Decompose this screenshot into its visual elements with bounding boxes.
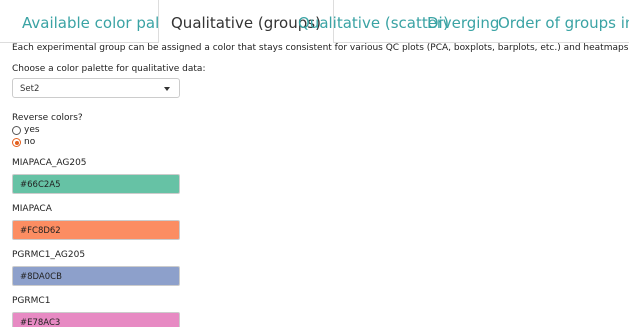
color-picker-miapaca-ag205[interactable]: #66C2A5 [12,174,180,194]
color-value: #66C2A5 [20,180,61,190]
radio-no[interactable] [12,138,21,147]
color-picker-pgrmc1-ag205[interactable]: #8DA0CB [12,266,180,286]
color-picker-miapaca[interactable]: #FC8D62 [12,220,180,240]
group-label-pgrmc1: PGRMC1 [12,296,51,306]
page: Available color palettes Qualitative (gr… [0,0,629,327]
radio-yes-label: yes [24,125,40,135]
radio-yes[interactable] [12,126,21,135]
group-label-miapaca: MIAPACA [12,204,52,214]
palette-select-label: Choose a color palette for qualitative d… [12,64,206,74]
group-label-pgrmc1-ag205: PGRMC1_AG205 [12,250,86,260]
group-label-miapaca-ag205: MIAPACA_AG205 [12,158,87,168]
tab-diverging[interactable]: Diverging [427,0,499,42]
color-value: #E78AC3 [20,318,61,327]
color-value: #8DA0CB [20,272,62,282]
color-picker-pgrmc1[interactable]: #E78AC3 [12,312,180,327]
chevron-down-icon [164,87,170,91]
palette-select[interactable]: Set2 [12,78,180,98]
reverse-colors-label: Reverse colors? [12,113,83,123]
palette-select-value: Set2 [20,84,40,94]
tab-order-of-groups[interactable]: Order of groups in plots [498,0,629,42]
description-text: Each experimental group can be assigned … [12,43,629,53]
tab-bar: Available color palettes Qualitative (gr… [0,0,629,43]
radio-no-label: no [24,137,36,147]
color-value: #FC8D62 [20,226,61,236]
